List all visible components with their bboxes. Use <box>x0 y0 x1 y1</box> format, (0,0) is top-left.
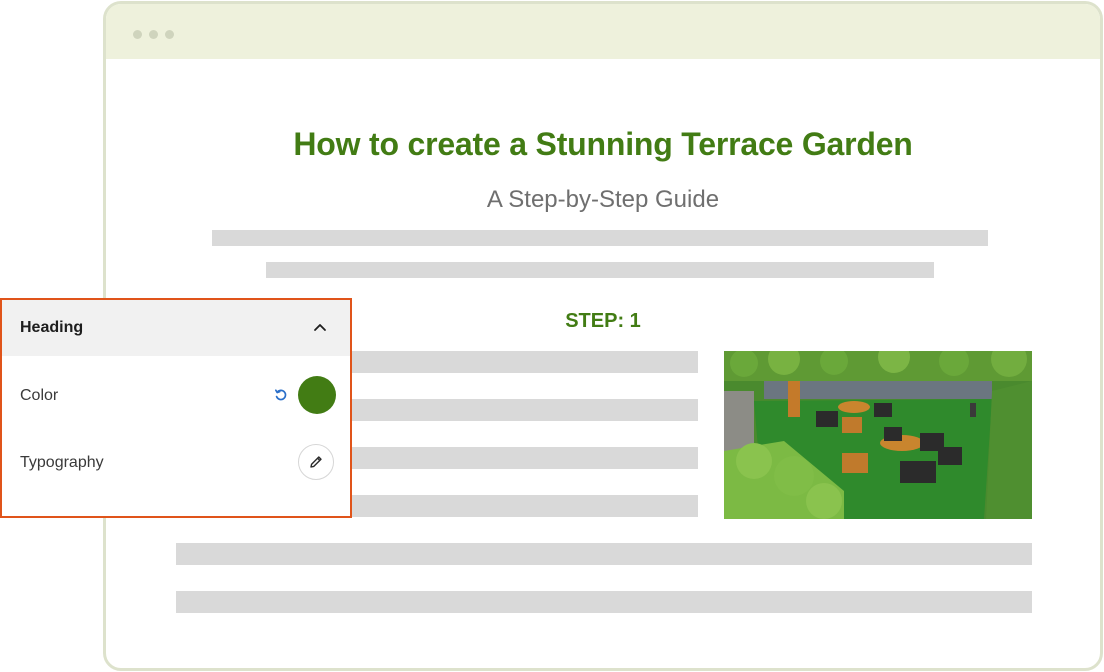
text-placeholder-bar <box>212 230 988 246</box>
text-placeholder-bar <box>346 495 698 517</box>
chevron-up-icon[interactable] <box>312 319 328 335</box>
page-subtitle: A Step-by-Step Guide <box>486 186 720 213</box>
text-placeholder-bar <box>176 591 1032 613</box>
text-placeholder-bar <box>176 543 1032 565</box>
page-title: How to create a Stunning Terrace Garden <box>293 126 913 162</box>
text-placeholder-bar <box>346 447 698 469</box>
color-label: Color <box>20 387 59 404</box>
typography-label: Typography <box>20 454 104 471</box>
browser-titlebar <box>106 4 1100 59</box>
panel-header[interactable]: Heading <box>2 300 350 356</box>
heading-settings-panel: Heading Color Typography <box>0 298 352 518</box>
terrace-garden-photo <box>724 351 1032 519</box>
panel-title: Heading <box>20 319 84 336</box>
text-placeholder-bar <box>266 262 934 278</box>
color-swatch[interactable] <box>298 376 336 414</box>
text-placeholder-bar <box>346 351 698 373</box>
pencil-icon <box>310 456 322 468</box>
window-dot <box>165 30 174 39</box>
text-placeholder-bar <box>346 399 698 421</box>
window-dot <box>133 30 142 39</box>
typography-edit-button[interactable] <box>298 444 334 480</box>
reset-icon[interactable] <box>274 388 288 402</box>
window-dot <box>149 30 158 39</box>
